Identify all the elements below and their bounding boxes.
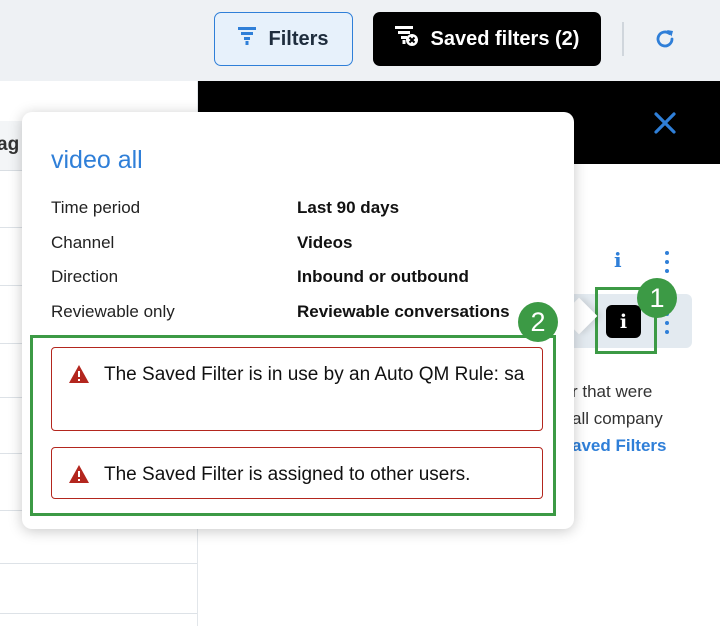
close-icon[interactable] — [652, 110, 678, 136]
table-row-divider — [0, 613, 198, 614]
detail-label: Reviewable only — [51, 302, 175, 321]
detail-label: Time period — [51, 198, 141, 217]
saved-filter-funnel-icon — [394, 25, 419, 53]
saved-filters-button-label: Saved filters (2) — [430, 27, 580, 50]
detail-value: Videos — [297, 233, 353, 252]
saved-filters-link[interactable]: aved Filters — [572, 432, 667, 459]
detail-value: Last 90 days — [297, 198, 400, 217]
table-row-divider — [0, 563, 198, 564]
panel-description-line: r that were — [572, 382, 653, 401]
panel-description-line: all company — [572, 409, 663, 428]
filters-button[interactable]: Filters — [214, 12, 353, 66]
filters-button-label: Filters — [268, 27, 329, 50]
refresh-icon[interactable] — [651, 25, 679, 53]
funnel-icon — [238, 26, 257, 52]
table-column-header-label: ag — [0, 134, 20, 155]
annotation-badge-1: 1 — [637, 278, 677, 318]
saved-filters-button[interactable]: Saved filters (2) — [373, 12, 601, 66]
detail-value: Inbound or outbound — [297, 267, 469, 286]
detail-value: Reviewable conversations — [297, 302, 510, 321]
top-toolbar — [0, 0, 720, 81]
detail-label: Direction — [51, 267, 119, 286]
popover-title: video all — [51, 146, 143, 174]
detail-label: Channel — [51, 233, 115, 252]
info-icon[interactable]: i — [614, 248, 632, 272]
more-options-icon[interactable] — [664, 251, 670, 273]
annotation-badge-2: 2 — [518, 302, 558, 342]
toolbar-divider — [622, 22, 624, 56]
annotation-highlight-2 — [30, 335, 556, 516]
